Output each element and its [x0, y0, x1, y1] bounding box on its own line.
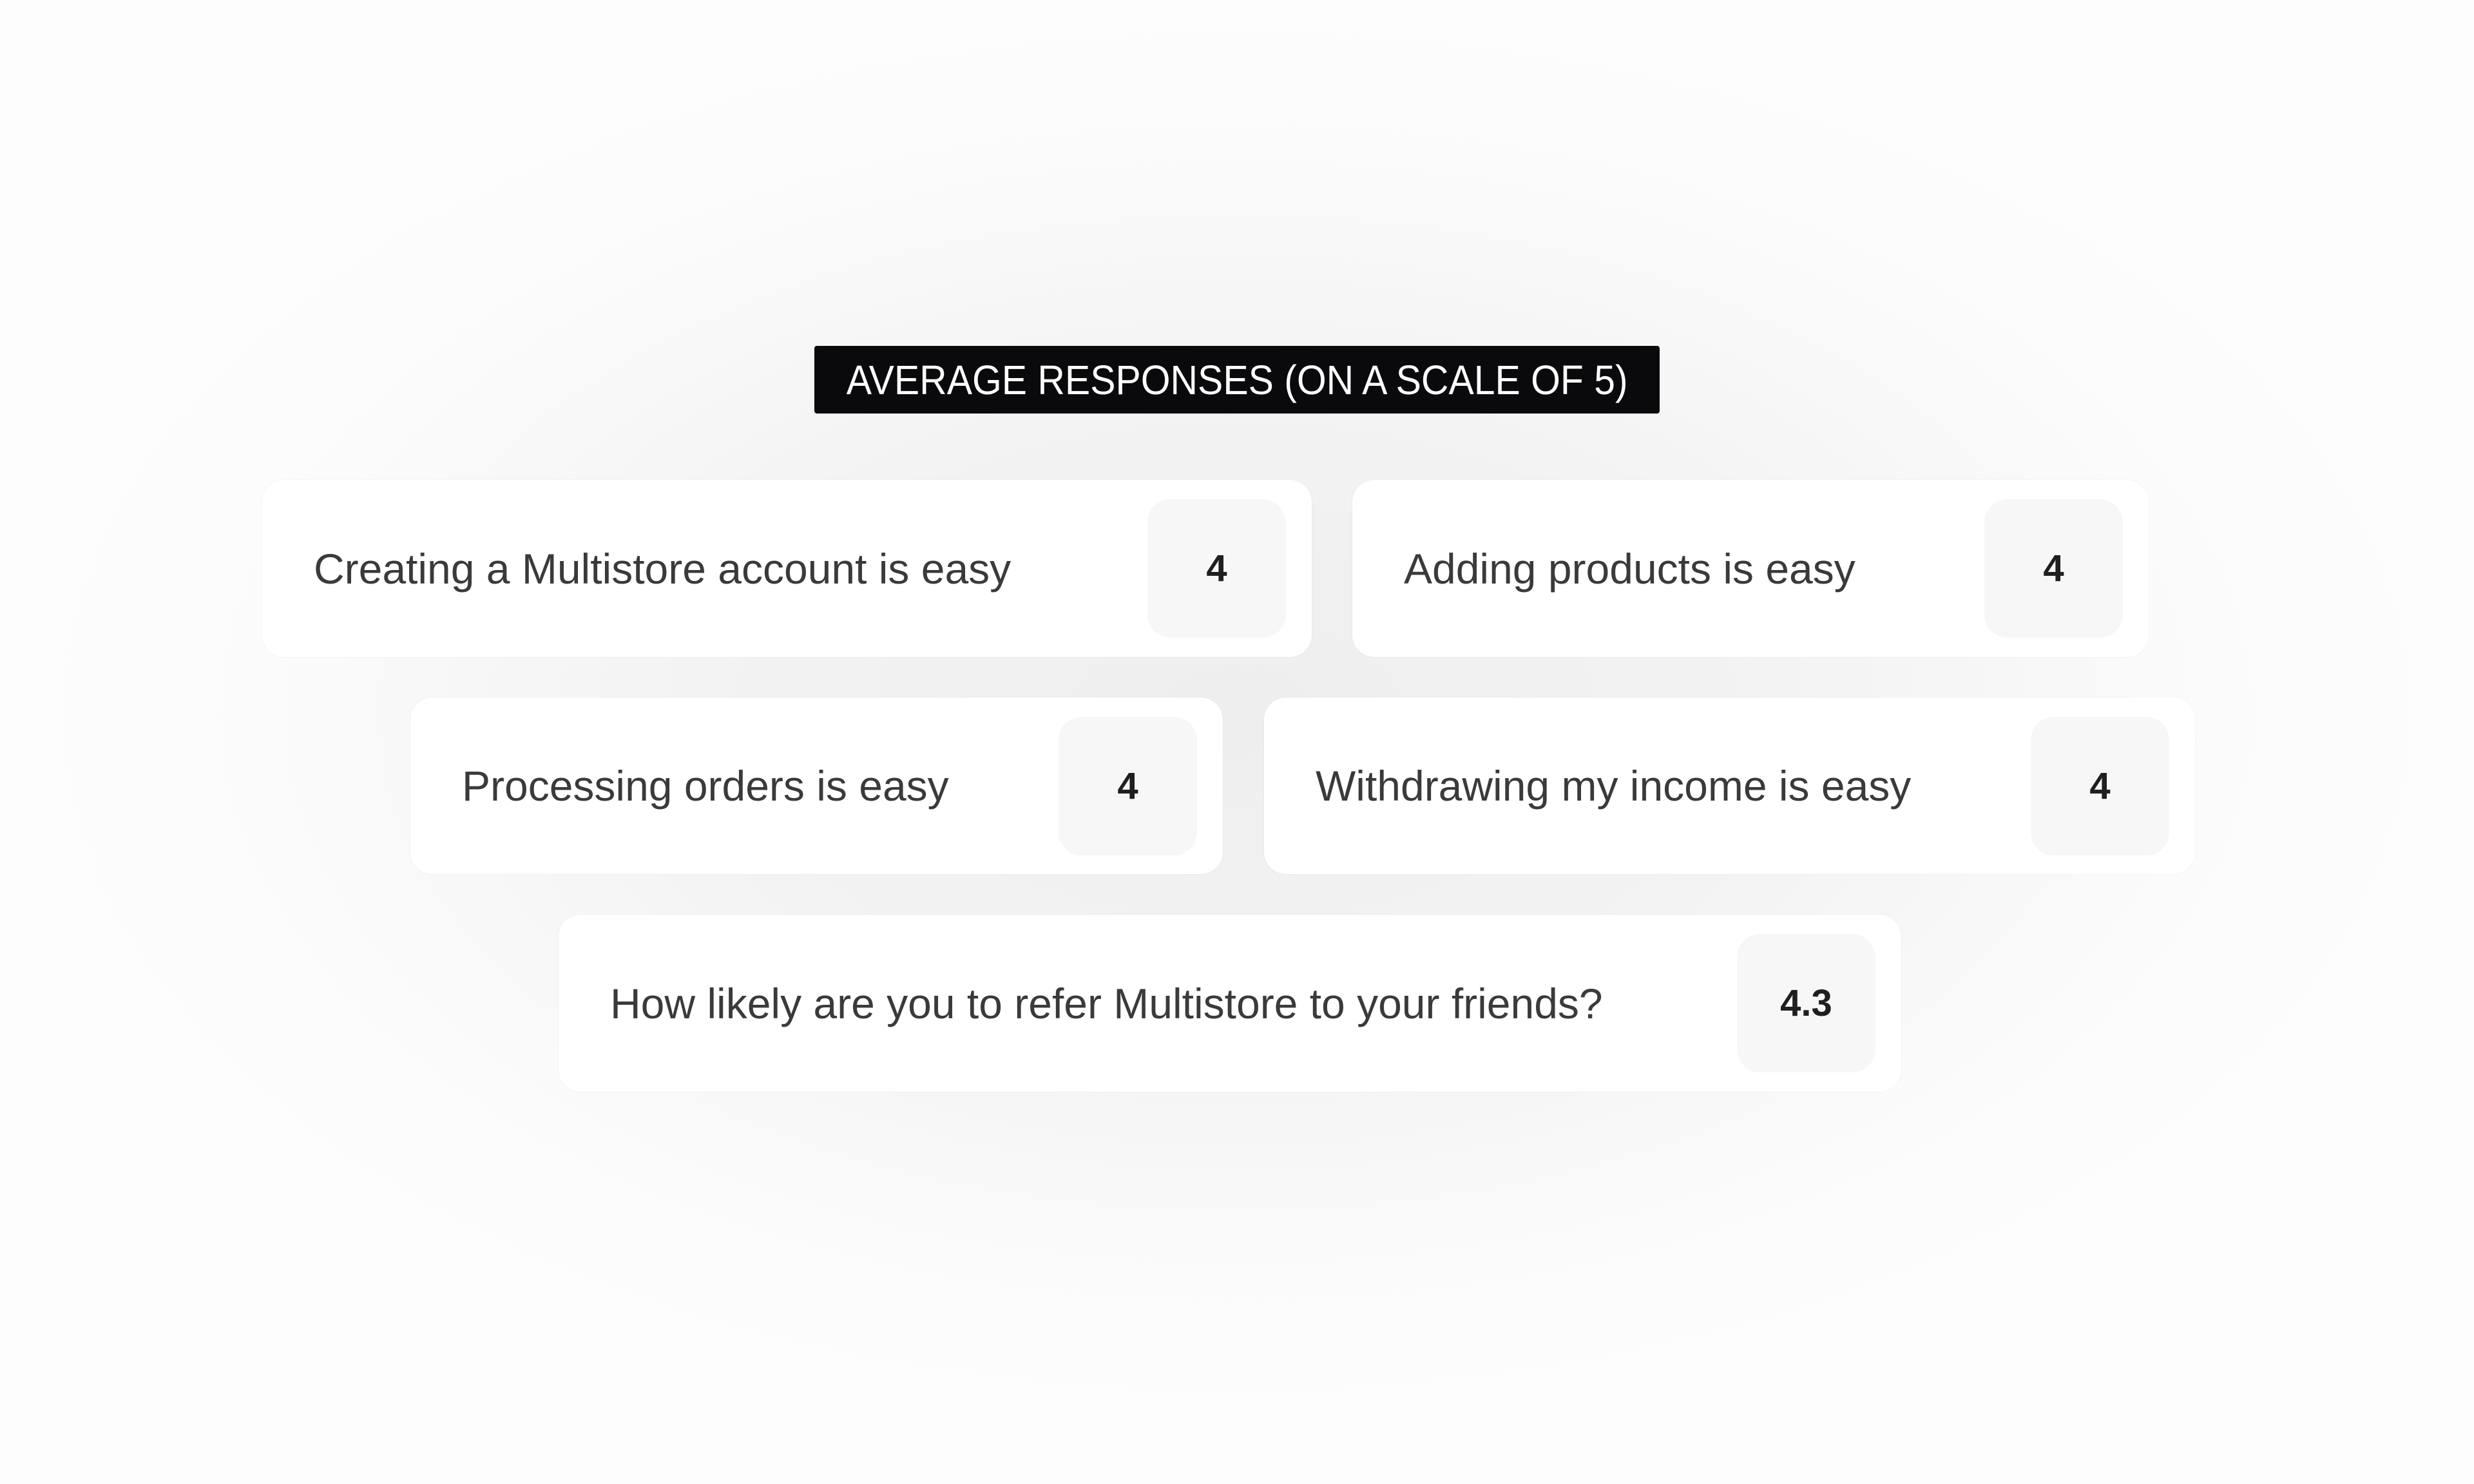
response-score: 4.3: [1737, 934, 1875, 1072]
response-question: How likely are you to refer Multistore t…: [610, 979, 1603, 1027]
response-score: 4: [1059, 717, 1197, 855]
response-card-refer-friends: How likely are you to refer Multistore t…: [559, 915, 1901, 1092]
section-title: AVERAGE RESPONSES (ON A SCALE OF 5): [814, 346, 1660, 414]
section-title-text: AVERAGE RESPONSES (ON A SCALE OF 5): [846, 356, 1628, 403]
response-card-create-account: Creating a Multistore account is easy 4: [262, 480, 1312, 657]
response-score: 4: [1984, 499, 2123, 638]
response-card-process-orders: Processing orders is easy 4: [410, 698, 1223, 874]
response-score: 4: [2031, 717, 2169, 855]
response-card-withdraw-income: Withdrawing my income is easy 4: [1264, 698, 2195, 874]
response-score: 4: [1147, 499, 1286, 638]
response-card-add-products: Adding products is easy 4: [1352, 480, 2149, 657]
